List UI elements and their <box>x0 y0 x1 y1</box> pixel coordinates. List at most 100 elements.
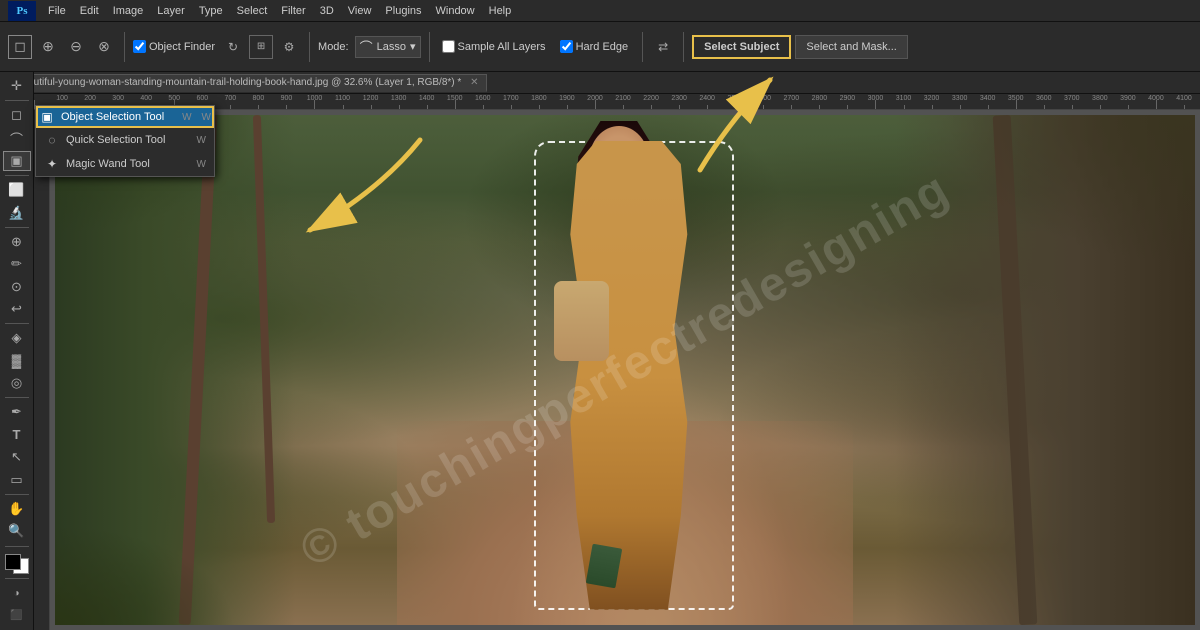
select-subject-button[interactable]: Select Subject <box>692 35 791 59</box>
document-tab-bar: beautiful-young-woman-standing-mountain-… <box>0 72 1200 94</box>
object-selection-shortcut: W <box>182 112 191 123</box>
menu-help[interactable]: Help <box>483 3 518 19</box>
separator-5 <box>683 32 684 62</box>
healing-brush-tool[interactable]: ⊕ <box>3 231 31 251</box>
sample-all-layers-label: Sample All Layers <box>458 41 546 53</box>
new-selection-btn[interactable]: ◻ <box>8 35 32 59</box>
menu-layer[interactable]: Layer <box>151 3 191 19</box>
tool-separator-1 <box>5 100 29 101</box>
object-finder-checkbox[interactable] <box>133 40 146 53</box>
quick-selection-shortcut: W <box>197 135 206 146</box>
quick-selection-label: Quick Selection Tool <box>66 134 165 146</box>
object-selection-tool-option[interactable]: ▣ Object Selection Tool W W <box>36 106 214 128</box>
mode-dropdown[interactable]: ⌒ Lasso ▾ <box>355 36 421 58</box>
lasso-icon: ⌒ <box>360 37 373 56</box>
ps-logo: Ps <box>8 1 36 21</box>
path-selection-tool[interactable]: ↖ <box>3 447 31 467</box>
menu-view[interactable]: View <box>342 3 378 19</box>
ruler-vertical <box>34 110 50 630</box>
foreground-color-swatch[interactable] <box>5 554 21 570</box>
menu-edit[interactable]: Edit <box>74 3 105 19</box>
quick-selection-tool-option[interactable]: ◌ Quick Selection Tool W <box>36 128 214 152</box>
menu-window[interactable]: Window <box>430 3 481 19</box>
separator-2 <box>309 32 310 62</box>
gradient-tool[interactable]: ▓ <box>3 351 31 371</box>
type-tool[interactable]: T <box>3 425 31 445</box>
clone-stamp-tool[interactable]: ⊙ <box>3 276 31 296</box>
brush-tool[interactable]: ✏ <box>3 254 31 274</box>
magic-wand-shortcut: W <box>197 159 206 170</box>
foliage-bottom-left <box>55 525 235 625</box>
tool-separator-2 <box>5 175 29 176</box>
zoom-tool[interactable]: 🔍 <box>3 521 31 541</box>
magic-wand-label: Magic Wand Tool <box>66 158 150 170</box>
foliage-top-right <box>945 115 1195 265</box>
tool-separator-6 <box>5 494 29 495</box>
separator-3 <box>429 32 430 62</box>
eyedropper-tool[interactable]: 🔬 <box>3 202 31 222</box>
object-finder-group: Object Finder <box>133 40 217 53</box>
color-swatches[interactable] <box>3 554 31 574</box>
menu-filter[interactable]: Filter <box>275 3 311 19</box>
tool-separator-3 <box>5 227 29 228</box>
canvas: © touchingperfectredesigning <box>55 115 1195 625</box>
menu-type[interactable]: Type <box>193 3 229 19</box>
quick-mask-tool[interactable]: ◑ <box>3 583 31 603</box>
options-toolbar: ◻ ⊕ ⊖ ⊗ Object Finder ↻ ⊞ ⚙ Mode: ⌒ Lass… <box>0 22 1200 72</box>
dropdown-arrow-icon: ▾ <box>410 40 416 53</box>
document-filename: beautiful-young-woman-standing-mountain-… <box>17 77 461 88</box>
separator-4 <box>642 32 643 62</box>
rectangular-marquee-tool[interactable]: ◻ <box>3 105 31 125</box>
object-finder-label: Object Finder <box>149 41 215 53</box>
tool-separator-8 <box>5 578 29 579</box>
tool-separator-4 <box>5 323 29 324</box>
hard-edge-checkbox[interactable] <box>560 40 573 53</box>
menu-file[interactable]: File <box>42 3 72 19</box>
object-selection-tool[interactable]: ▣ <box>3 151 31 171</box>
screen-mode-tool[interactable]: ⬛ <box>3 605 31 625</box>
history-brush-tool[interactable]: ↩ <box>3 299 31 319</box>
object-selection-label: Object Selection Tool <box>61 111 164 123</box>
crop-tool[interactable]: ⬜ <box>3 180 31 200</box>
tool-separator-7 <box>5 546 29 547</box>
sample-all-layers-group: Sample All Layers <box>442 40 548 53</box>
settings-icon[interactable]: ⚙ <box>277 35 301 59</box>
menu-select[interactable]: Select <box>231 3 274 19</box>
transfer-icon[interactable]: ⇄ <box>651 35 675 59</box>
tool-dropdown-menu: ▣ Object Selection Tool W W ◌ Quick Sele… <box>35 105 215 177</box>
intersect-selection-btn[interactable]: ⊗ <box>92 35 116 59</box>
separator-1 <box>124 32 125 62</box>
magic-wand-tool-option[interactable]: ✦ Magic Wand Tool W <box>36 152 214 176</box>
sample-icon[interactable]: ⊞ <box>249 35 273 59</box>
shape-tool[interactable]: ▭ <box>3 470 31 490</box>
quick-selection-icon: ◌ <box>44 132 60 148</box>
object-selection-icon: ▣ <box>39 109 55 125</box>
menu-plugins[interactable]: Plugins <box>379 3 427 19</box>
close-tab-icon[interactable]: ✕ <box>470 77 478 88</box>
hand-tool[interactable]: ✋ <box>3 499 31 519</box>
tool-separator-5 <box>5 397 29 398</box>
pen-tool[interactable]: ✒ <box>3 402 31 422</box>
refresh-icon[interactable]: ↻ <box>221 35 245 59</box>
add-selection-btn[interactable]: ⊕ <box>36 35 60 59</box>
photo: © touchingperfectredesigning <box>55 115 1195 625</box>
canvas-area[interactable]: © touchingperfectredesigning <box>50 110 1200 630</box>
hard-edge-group: Hard Edge <box>560 40 631 53</box>
menu-image[interactable]: Image <box>107 3 150 19</box>
menu-bar: Ps File Edit Image Layer Type Select Fil… <box>0 0 1200 22</box>
document-tab[interactable]: beautiful-young-woman-standing-mountain-… <box>8 74 487 92</box>
sample-all-layers-checkbox[interactable] <box>442 40 455 53</box>
lasso-tool[interactable]: ⌒ <box>3 128 31 149</box>
menu-3d[interactable]: 3D <box>314 3 340 19</box>
dodge-tool[interactable]: ◎ <box>3 373 31 393</box>
select-and-mask-button[interactable]: Select and Mask... <box>795 35 908 59</box>
backpack <box>554 281 609 361</box>
mode-label: Mode: <box>318 41 349 53</box>
mode-value: Lasso <box>377 41 406 53</box>
subtract-selection-btn[interactable]: ⊖ <box>64 35 88 59</box>
eraser-tool[interactable]: ◈ <box>3 328 31 348</box>
left-toolbar: ✛ ◻ ⌒ ▣ ⬜ 🔬 ⊕ ✏ ⊙ ↩ ◈ ▓ ◎ ✒ T ↖ ▭ ✋ 🔍 ◑ … <box>0 72 34 630</box>
hard-edge-label: Hard Edge <box>576 41 629 53</box>
move-tool[interactable]: ✛ <box>3 76 31 96</box>
magic-wand-icon: ✦ <box>44 156 60 172</box>
